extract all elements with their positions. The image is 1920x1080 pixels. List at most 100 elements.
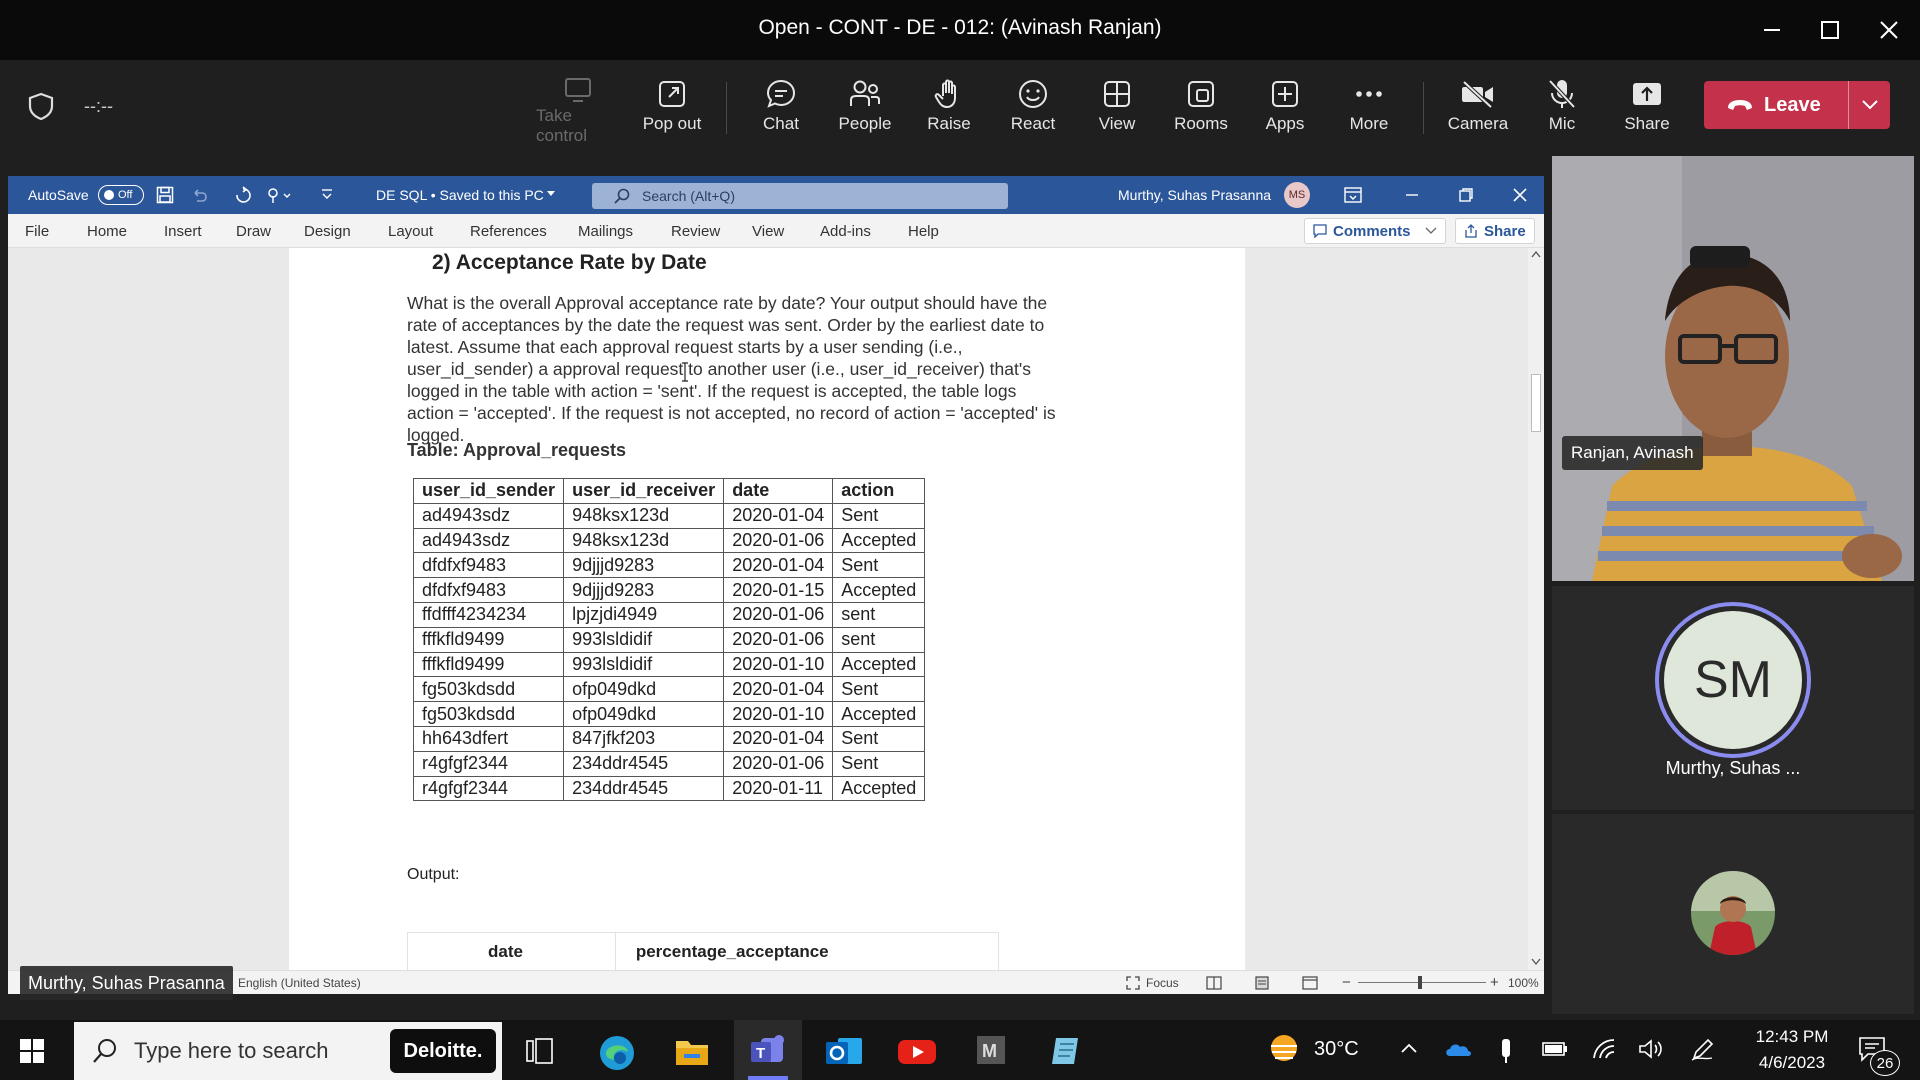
tab-layout[interactable]: Layout xyxy=(388,223,433,240)
table-cell: fffkfld9499 xyxy=(412,651,565,678)
chevron-up-icon[interactable] xyxy=(1400,1042,1418,1054)
mic-button[interactable]: Mic xyxy=(1520,74,1604,146)
battery-icon[interactable] xyxy=(1542,1040,1568,1058)
tab-draw[interactable]: Draw xyxy=(236,223,271,240)
tab-review[interactable]: Review xyxy=(671,223,720,240)
table-cell: fg503kdsdd xyxy=(412,676,565,703)
scroll-thumb[interactable] xyxy=(1531,374,1541,432)
leave-main[interactable]: Leave xyxy=(1704,81,1848,129)
ribbon-display-options-icon[interactable] xyxy=(1344,187,1362,203)
comments-button[interactable]: Comments xyxy=(1304,218,1446,244)
leave-button[interactable]: Leave xyxy=(1704,81,1890,129)
pen-device-icon[interactable] xyxy=(1498,1038,1514,1064)
focus-label[interactable]: Focus xyxy=(1146,976,1179,990)
account-name[interactable]: Murthy, Suhas Prasanna xyxy=(1118,187,1271,203)
people-button[interactable]: People xyxy=(823,74,907,146)
leave-dropdown[interactable] xyxy=(1848,81,1890,129)
scroll-up-icon[interactable] xyxy=(1531,250,1541,258)
weather-icon xyxy=(1266,1032,1302,1066)
participant-video-tile[interactable]: Ranjan, Avinash xyxy=(1552,156,1914,581)
file-explorer-icon[interactable] xyxy=(674,1035,710,1067)
take-control-button[interactable]: Take control xyxy=(536,74,620,146)
volume-icon[interactable] xyxy=(1638,1038,1664,1060)
text-cursor-icon xyxy=(680,362,690,382)
focus-icon[interactable] xyxy=(1126,976,1140,990)
clock-date[interactable]: 4/6/2023 xyxy=(1752,1053,1832,1073)
close-icon[interactable] xyxy=(1512,187,1528,203)
autosave-toggle[interactable]: Off xyxy=(98,185,144,205)
scroll-down-icon[interactable] xyxy=(1531,958,1541,966)
web-layout-icon[interactable] xyxy=(1302,976,1318,990)
share-button[interactable]: Share xyxy=(1605,74,1689,146)
chat-button[interactable]: Chat xyxy=(739,74,823,146)
read-mode-icon[interactable] xyxy=(1206,976,1222,990)
zoom-level[interactable]: 100% xyxy=(1508,976,1539,990)
tab-help[interactable]: Help xyxy=(908,223,939,240)
restore-icon[interactable] xyxy=(1458,187,1474,203)
more-button[interactable]: More xyxy=(1327,74,1411,146)
touch-mode-icon[interactable] xyxy=(266,186,292,204)
close-icon[interactable] xyxy=(1873,14,1905,46)
participant-photo-tile[interactable] xyxy=(1552,814,1914,1014)
tab-view[interactable]: View xyxy=(752,223,784,240)
outlook-icon[interactable] xyxy=(824,1034,864,1070)
zoom-slider[interactable] xyxy=(1358,982,1486,983)
share-doc-button[interactable]: Share xyxy=(1455,218,1535,244)
column-header: date xyxy=(723,478,834,504)
pop-out-button[interactable]: Pop out xyxy=(630,74,714,146)
onedrive-icon[interactable] xyxy=(1444,1040,1472,1058)
zoom-in-icon[interactable]: + xyxy=(1490,974,1499,991)
rooms-button[interactable]: Rooms xyxy=(1159,74,1243,146)
view-button[interactable]: View xyxy=(1075,74,1159,146)
vertical-scrollbar[interactable] xyxy=(1528,248,1544,970)
word-title-bar: AutoSave Off DE SQL • Saved to this PC S… xyxy=(8,176,1544,214)
account-avatar[interactable]: MS xyxy=(1284,182,1310,208)
windows-start-icon[interactable] xyxy=(20,1039,44,1063)
save-icon[interactable] xyxy=(156,186,174,204)
teams-taskbar-item[interactable]: T xyxy=(734,1020,802,1080)
raise-hand-button[interactable]: Raise xyxy=(907,74,991,146)
clock-time[interactable]: 12:43 PM xyxy=(1752,1027,1832,1047)
maximize-icon[interactable] xyxy=(1814,14,1846,46)
customize-qat-icon[interactable] xyxy=(320,187,334,201)
paragraph-line: user_id_sender) a approval request to an… xyxy=(407,359,1031,379)
undo-icon[interactable] xyxy=(190,186,208,204)
tab-mailings[interactable]: Mailings xyxy=(578,223,633,240)
table-cell: 2020-01-06 xyxy=(723,601,834,628)
tab-design[interactable]: Design xyxy=(304,223,351,240)
wifi-icon[interactable] xyxy=(1592,1038,1616,1060)
apps-button[interactable]: Apps xyxy=(1243,74,1327,146)
table-row: hh643dfert 847jfkf203 2020-01-04 Sent xyxy=(412,725,926,752)
toggle-knob xyxy=(104,190,114,200)
react-button[interactable]: React xyxy=(991,74,1075,146)
redo-icon[interactable] xyxy=(234,186,252,204)
minimize-icon[interactable] xyxy=(1756,14,1788,46)
participant-avatar-tile[interactable]: SM Murthy, Suhas ... xyxy=(1552,586,1914,810)
youtube-icon[interactable] xyxy=(898,1038,936,1066)
pen-workspace-icon[interactable] xyxy=(1690,1038,1714,1062)
m-app-icon[interactable]: M xyxy=(977,1036,1005,1064)
tab-home[interactable]: Home xyxy=(87,223,127,240)
zoom-slider-thumb[interactable] xyxy=(1418,976,1422,989)
notepad-icon[interactable] xyxy=(1048,1034,1082,1068)
tab-insert[interactable]: Insert xyxy=(164,223,202,240)
task-view-icon[interactable] xyxy=(526,1038,554,1064)
edge-icon[interactable] xyxy=(598,1034,636,1072)
shield-icon xyxy=(28,92,54,120)
table-cell: 2020-01-06 xyxy=(723,527,834,554)
deloitte-badge[interactable]: Deloitte. xyxy=(390,1029,496,1073)
tab-file[interactable]: File xyxy=(25,223,49,240)
minimize-icon[interactable] xyxy=(1404,187,1420,203)
ribbon-tabs: File Home Insert Draw Design Layout Refe… xyxy=(8,214,1544,248)
tab-add-ins[interactable]: Add-ins xyxy=(820,223,871,240)
zoom-out-icon[interactable]: − xyxy=(1342,974,1351,991)
document-title[interactable]: DE SQL • Saved to this PC xyxy=(376,187,544,203)
camera-button[interactable]: Camera xyxy=(1436,74,1520,146)
print-layout-icon[interactable] xyxy=(1254,976,1270,990)
tab-references[interactable]: References xyxy=(470,223,547,240)
temperature[interactable]: 30°C xyxy=(1314,1038,1359,1061)
taskbar-search-box[interactable]: Type here to search Deloitte. xyxy=(74,1022,502,1080)
language-status[interactable]: English (United States) xyxy=(238,976,361,990)
chevron-down-icon[interactable] xyxy=(546,190,556,198)
search-box[interactable]: Search (Alt+Q) xyxy=(592,183,1008,209)
